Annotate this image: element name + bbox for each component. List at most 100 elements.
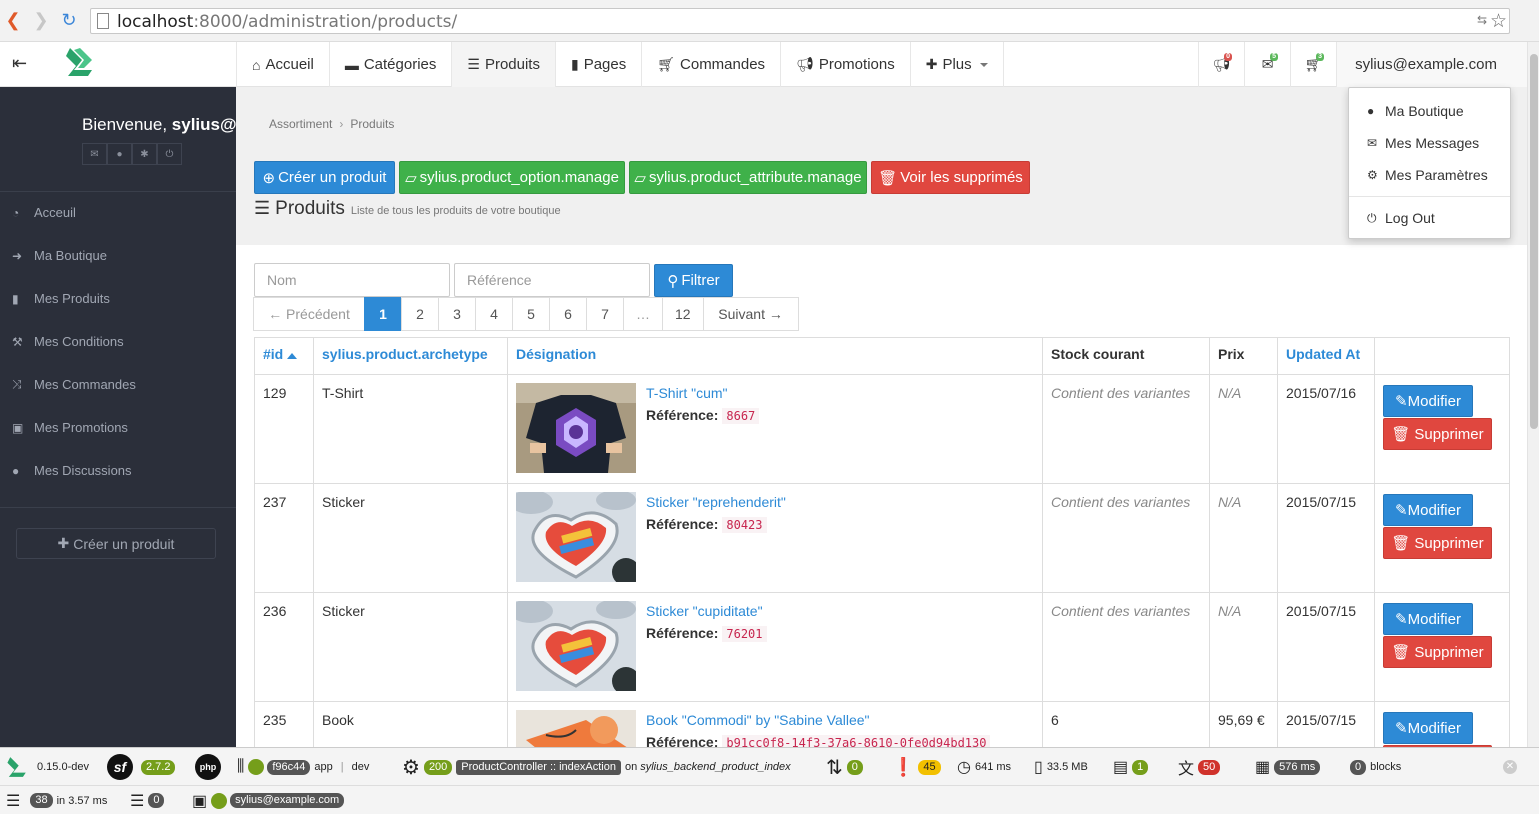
edit-button[interactable]: ✎ Modifier bbox=[1383, 603, 1473, 635]
toolbar-translations[interactable]: 文 50 bbox=[1178, 748, 1221, 786]
page-scrollbar[interactable] bbox=[1527, 42, 1539, 747]
filter-button[interactable]: ⚲ Filtrer bbox=[654, 264, 733, 297]
product-name-link[interactable]: Sticker "reprehenderit" bbox=[646, 494, 786, 510]
sidebar-item-promotions[interactable]: ▣ Mes Promotions bbox=[0, 406, 236, 449]
dropdown-item-my-settings[interactable]: ⚙ Mes Paramètres bbox=[1349, 159, 1510, 191]
sidebar-toggle-icon[interactable]: ⇤ bbox=[12, 53, 27, 74]
sylius-logo-icon[interactable] bbox=[64, 46, 98, 78]
dropdown-item-my-shop[interactable]: ● Ma Boutique bbox=[1349, 95, 1510, 127]
previous-page-link[interactable]: ← Précédent bbox=[253, 297, 365, 331]
page-link[interactable]: 4 bbox=[475, 297, 513, 331]
plus-icon: ✚ bbox=[925, 56, 938, 72]
sticker-product-image[interactable] bbox=[516, 601, 636, 691]
toolbar-memory[interactable]: ▯ 33.5 MB bbox=[1034, 748, 1088, 786]
main-nav: ⌂ Accueil ▬ Catégories ☰ Produits ▮ Pages 🛒︎… bbox=[236, 42, 1004, 87]
back-arrow-icon[interactable]: ❮ bbox=[2, 9, 24, 31]
promotions-notification[interactable]: 📢︎ 0 bbox=[1198, 42, 1244, 87]
breadcrumb-item[interactable]: Assortiment bbox=[269, 117, 332, 131]
create-product-button[interactable]: ⊕ Créer un produit bbox=[254, 161, 395, 194]
column-header-archetype[interactable]: sylius.product.archetype bbox=[313, 337, 508, 375]
toolbar-sylius-version[interactable]: 0.15.0-dev bbox=[6, 748, 89, 786]
product-name-link[interactable]: Sticker "cupiditate" bbox=[646, 603, 767, 619]
address-bar[interactable]: localhost:8000/administration/products/ … bbox=[90, 8, 1510, 34]
tshirt-product-image[interactable] bbox=[516, 383, 636, 473]
sidebar-item-products[interactable]: ▮ Mes Produits bbox=[0, 277, 236, 320]
nav-categories[interactable]: ▬ Catégories bbox=[330, 42, 453, 87]
toolbar-php[interactable]: php bbox=[195, 748, 225, 786]
scrollbar-thumb[interactable] bbox=[1530, 54, 1538, 429]
toolbar-blocks[interactable]: 0 blocks bbox=[1350, 748, 1401, 786]
column-header-id[interactable]: #id bbox=[254, 337, 314, 375]
delete-button[interactable]: 🗑︎Supprimer bbox=[1383, 527, 1492, 559]
toolbar-cache[interactable]: ☰ 0 bbox=[130, 786, 165, 814]
column-header-updated-at[interactable]: Updated At bbox=[1277, 337, 1375, 375]
nav-promotions[interactable]: 📢︎ Promotions bbox=[781, 42, 911, 87]
toolbar-time[interactable]: ◷ 641 ms bbox=[957, 748, 1011, 786]
envelope-icon[interactable]: ✉ bbox=[82, 143, 107, 165]
page-link[interactable]: 6 bbox=[549, 297, 587, 331]
book-product-image[interactable] bbox=[516, 710, 636, 747]
translate-icon[interactable]: ⇆ bbox=[1477, 13, 1487, 27]
dropdown-item-my-messages[interactable]: ✉ Mes Messages bbox=[1349, 127, 1510, 159]
product-attribute-manage-button[interactable]: ▱ sylius.product_attribute.manage bbox=[629, 161, 867, 194]
sidebar-item-conditions[interactable]: ⚒ Mes Conditions bbox=[0, 320, 236, 363]
toolbar-logs[interactable]: ❗ 45 bbox=[892, 748, 941, 786]
edit-button[interactable]: ✎ Modifier bbox=[1383, 494, 1473, 526]
page-link[interactable]: 12 bbox=[662, 297, 704, 331]
toolbar-forms[interactable]: ▤ 1 bbox=[1113, 748, 1149, 786]
power-icon[interactable]: ⏻ bbox=[157, 143, 182, 165]
cart-icon: 🛒︎ bbox=[657, 56, 676, 72]
page-link[interactable]: 1 bbox=[364, 297, 402, 331]
pencil-icon: ✎ bbox=[1395, 393, 1408, 410]
nav-pages[interactable]: ▮ Pages bbox=[556, 42, 643, 87]
sidebar-item-home[interactable]: ◔ Acceuil bbox=[0, 191, 236, 234]
nav-home[interactable]: ⌂ Accueil bbox=[237, 42, 330, 87]
folder-open-icon: ▱ bbox=[405, 169, 417, 187]
sidebar-item-discussions[interactable]: ● Mes Discussions bbox=[0, 449, 236, 492]
close-toolbar-icon[interactable]: ✕ bbox=[1503, 760, 1517, 774]
toolbar-symfony-version[interactable]: sf 2.7.2 bbox=[107, 748, 176, 786]
toolbar-security[interactable]: ▣ sylius@example.com bbox=[192, 786, 345, 814]
bookmark-star-icon[interactable]: ☆ bbox=[1490, 10, 1507, 33]
messages-notification[interactable]: ✉ 5 bbox=[1244, 42, 1290, 87]
orders-notification[interactable]: 🛒︎ 3 bbox=[1290, 42, 1336, 87]
column-header-designation[interactable]: Désignation bbox=[507, 337, 1043, 375]
toolbar-config[interactable]: ⫼ f96c44 app | dev bbox=[237, 748, 369, 786]
toolbar-database[interactable]: ☰ 38 in 3.57 ms bbox=[6, 786, 107, 814]
cell-actions: ✎Modifier 🗑︎Supprimer bbox=[1374, 483, 1510, 593]
page-link[interactable]: 7 bbox=[586, 297, 624, 331]
nav-orders[interactable]: 🛒︎ Commandes bbox=[642, 42, 782, 87]
reference-filter-input[interactable]: Référence bbox=[454, 263, 650, 297]
nav-more[interactable]: ✚ Plus bbox=[911, 42, 1004, 87]
product-name-link[interactable]: T-Shirt "cum" bbox=[646, 385, 759, 401]
sidebar-create-product-button[interactable]: ✚ Créer un produit bbox=[16, 528, 216, 559]
user-icon[interactable]: ● bbox=[107, 143, 132, 165]
next-page-link[interactable]: Suivant → bbox=[702, 297, 799, 331]
sticker-product-image[interactable] bbox=[516, 492, 636, 582]
page-link[interactable]: 5 bbox=[512, 297, 550, 331]
reload-icon[interactable]: ↻ bbox=[58, 9, 80, 31]
product-option-manage-button[interactable]: ▱ sylius.product_option.manage bbox=[399, 161, 625, 194]
toolbar-twig[interactable]: ▦ 576 ms bbox=[1255, 748, 1321, 786]
power-icon: ⏻ bbox=[1367, 210, 1377, 225]
delete-button[interactable]: 🗑︎Supprimer bbox=[1383, 418, 1492, 450]
page-link[interactable]: 2 bbox=[401, 297, 439, 331]
nav-products[interactable]: ☰ Produits bbox=[452, 42, 556, 87]
sidebar-item-orders[interactable]: ⤨ Mes Commandes bbox=[0, 363, 236, 406]
sidebar-item-shop[interactable]: ➜ Ma Boutique bbox=[0, 234, 236, 277]
cell-stock: Contient des variantes bbox=[1042, 592, 1210, 702]
dropdown-item-log-out[interactable]: ⏻ Log Out bbox=[1349, 202, 1510, 234]
edit-button[interactable]: ✎ Modifier bbox=[1383, 385, 1473, 417]
toolbar-redirects[interactable]: ⇅ 0 bbox=[826, 748, 863, 786]
user-menu[interactable]: sylius@example.com bbox=[1336, 42, 1527, 87]
cell-designation: Book "Commodi" by "Sabine Vallee" Référen… bbox=[507, 701, 1043, 747]
toolbar-request[interactable]: ⚙ 200 ProductController :: indexAction on sy… bbox=[402, 748, 791, 786]
forward-arrow-icon[interactable]: ❯ bbox=[30, 9, 52, 31]
gear-icon[interactable]: ✱ bbox=[132, 143, 157, 165]
name-filter-input[interactable]: Nom bbox=[254, 263, 450, 297]
product-name-link[interactable]: Book "Commodi" by "Sabine Vallee" bbox=[646, 712, 990, 728]
show-deleted-button[interactable]: 🗑︎ Voir les supprimés bbox=[871, 161, 1030, 194]
delete-button[interactable]: 🗑︎Supprimer bbox=[1383, 636, 1492, 668]
page-link[interactable]: 3 bbox=[438, 297, 476, 331]
edit-button[interactable]: ✎ Modifier bbox=[1383, 712, 1473, 744]
